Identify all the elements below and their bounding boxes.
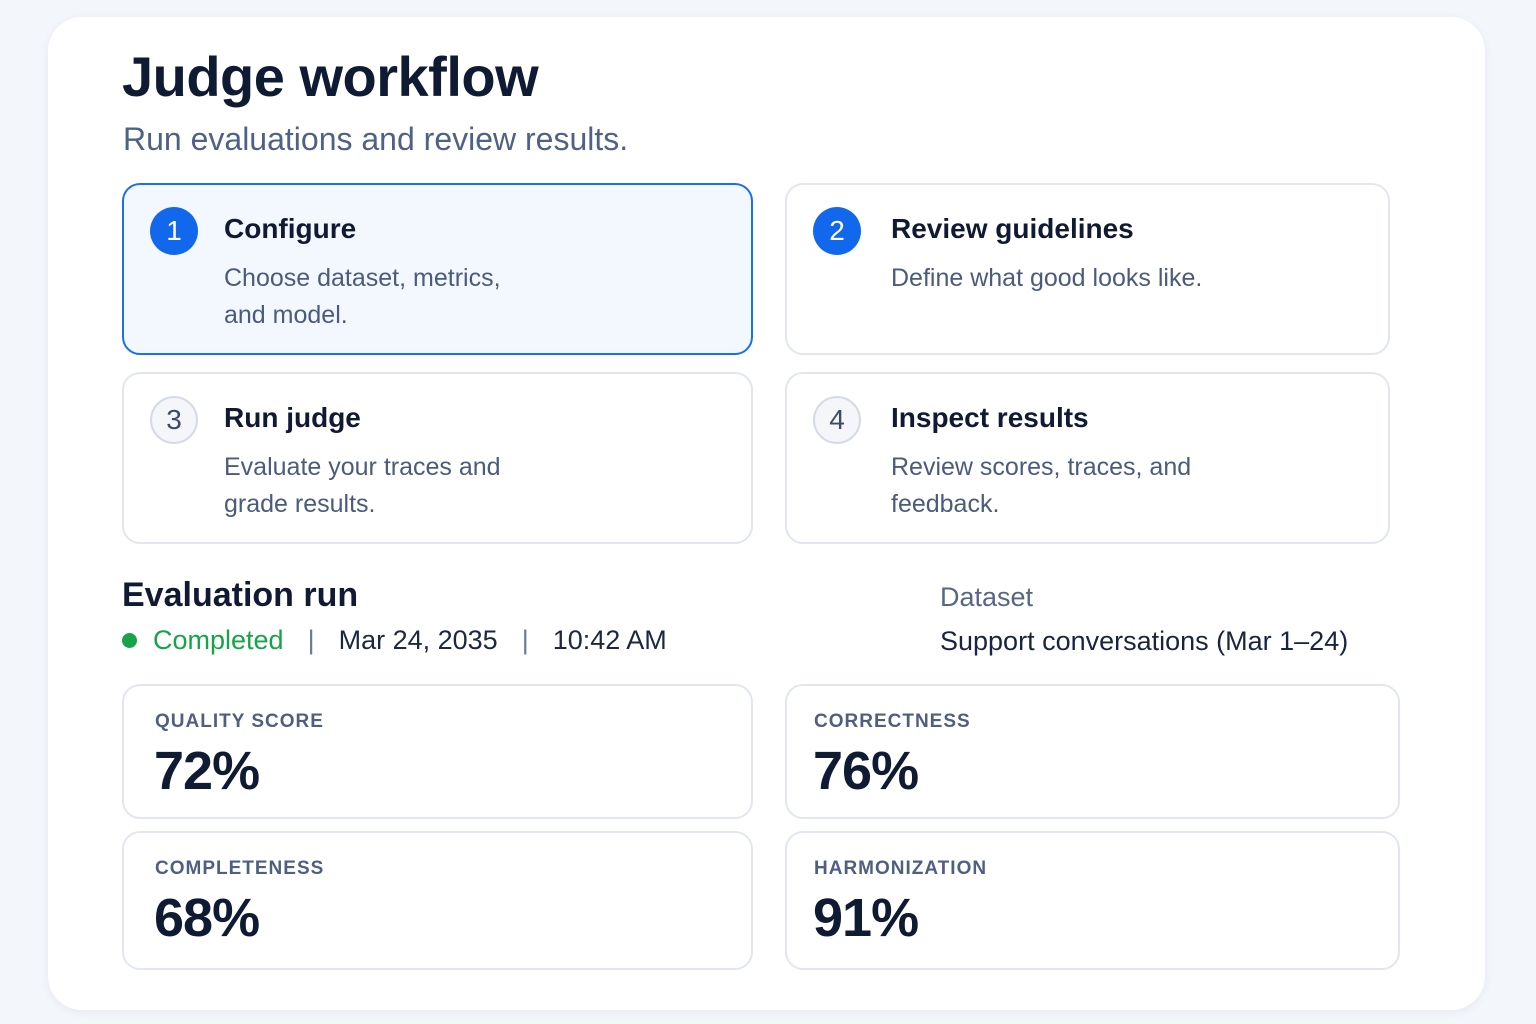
- metric-value: 72%: [154, 741, 260, 801]
- step-description: Define what good looks like.: [891, 264, 1203, 292]
- evaluation-run-title: Evaluation run: [122, 576, 359, 614]
- meta-separator: |: [521, 625, 529, 655]
- step-title: Review guidelines: [891, 213, 1134, 244]
- step-number-badge: 4: [813, 396, 861, 444]
- run-date: Mar 24, 2035: [338, 625, 498, 655]
- step-inspect-results[interactable]: 4 Inspect results Review scores, traces,…: [785, 372, 1390, 544]
- metric-card-completeness: COMPLETENESS 68%: [122, 831, 753, 970]
- step-title: Run judge: [224, 402, 361, 433]
- step-description: Review scores, traces, and feedback.: [891, 453, 1192, 518]
- step-number-badge: 3: [150, 396, 198, 444]
- step-title: Configure: [224, 213, 357, 244]
- dataset-label: Dataset: [940, 582, 1034, 612]
- metric-card-quality-score: QUALITY SCORE 72%: [122, 684, 753, 819]
- metric-label: COMPLETENESS: [155, 858, 325, 879]
- status-badge: Completed: [153, 625, 284, 655]
- metric-label: HARMONIZATION: [814, 858, 988, 879]
- run-meta: Completed | Mar 24, 2035 | 10:42 AM: [122, 625, 667, 656]
- step-run-judge[interactable]: 3 Run judge Evaluate your traces and gra…: [122, 372, 753, 544]
- dataset-value: Support conversations (Mar 1–24): [940, 626, 1349, 656]
- step-configure[interactable]: 1 Configure Choose dataset, metrics, and…: [122, 183, 753, 355]
- metric-value: 76%: [813, 741, 919, 801]
- workflow-card: Judge workflow Run evaluations and revie…: [48, 17, 1485, 1010]
- step-title: Inspect results: [891, 402, 1089, 433]
- metric-label: CORRECTNESS: [814, 711, 971, 732]
- metric-card-correctness: CORRECTNESS 76%: [785, 684, 1400, 819]
- metric-label: QUALITY SCORE: [155, 711, 324, 732]
- status-dot-icon: [122, 633, 137, 648]
- page-title: Judge workflow: [122, 45, 539, 108]
- metric-card-harmonization: HARMONIZATION 91%: [785, 831, 1400, 970]
- page-subtitle: Run evaluations and review results.: [123, 121, 629, 157]
- run-time: 10:42 AM: [552, 625, 667, 655]
- step-number-badge: 1: [150, 207, 198, 255]
- step-description: Choose dataset, metrics, and model.: [224, 264, 501, 329]
- step-number-badge: 2: [813, 207, 861, 255]
- metric-value: 68%: [154, 888, 260, 948]
- step-review-guidelines[interactable]: 2 Review guidelines Define what good loo…: [785, 183, 1390, 355]
- workflow-steps: 1 Configure Choose dataset, metrics, and…: [122, 183, 1392, 545]
- meta-separator: |: [307, 625, 315, 655]
- metric-value: 91%: [813, 888, 919, 948]
- step-description: Evaluate your traces and grade results.: [224, 453, 501, 518]
